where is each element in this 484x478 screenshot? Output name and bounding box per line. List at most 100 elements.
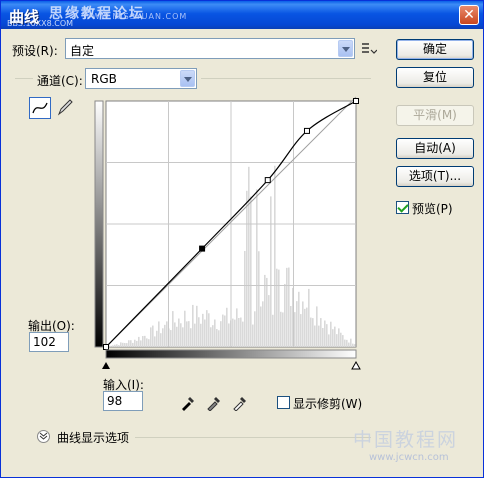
curve-point[interactable] [264,177,271,184]
histogram-bar [232,318,234,347]
eyedropper-white-icon[interactable] [231,393,249,411]
black-slider-handle[interactable] [102,362,110,369]
channel-value: RGB [91,72,117,86]
histogram-bar [180,323,182,347]
histogram-bar [302,301,304,347]
histogram-bar [150,327,152,347]
input-value: 98 [107,394,123,408]
options-divider [135,437,371,438]
eyedropper-gray-icon[interactable] [205,393,223,411]
histogram-bar [154,336,156,347]
histogram-bar [306,307,308,347]
histogram-bar [190,328,192,347]
histogram-bar [270,196,272,347]
curve-display-options-label: 曲线显示选项 [57,431,130,445]
histogram-bar [298,291,300,347]
histogram-bar [206,310,208,347]
histogram-bar [254,311,256,347]
histogram-bar [212,325,214,347]
histogram-bar [216,329,218,347]
histogram-bar [286,267,288,347]
title-bar[interactable]: 曲线 思缘教程论坛 WWW.MISSYUAN.COM BBS.16XX8.COM… [1,1,483,29]
histogram-bar [294,312,296,347]
smooth-button[interactable]: 平滑(M) [396,105,474,126]
histogram-bar [136,340,138,347]
show-clipping-label: 显示修剪(W) [293,397,363,411]
histogram-bar [156,330,158,347]
white-slider-handle[interactable] [351,360,361,370]
close-button[interactable]: ✕ [459,5,479,25]
histogram-bar [312,318,314,347]
histogram-bar [244,250,246,347]
histogram-bar [144,335,146,347]
preset-value: 自定 [70,44,95,58]
histogram-bar [146,338,148,347]
histogram-bar [124,343,126,347]
output-gradient-bar [94,100,104,348]
preview-checkbox[interactable] [396,201,409,214]
chevron-down-icon [338,40,353,57]
show-clipping-checkbox[interactable] [277,396,290,409]
histogram-bar [276,268,278,347]
output-field[interactable]: 102 [29,332,69,352]
histogram-bar [288,267,290,347]
histogram-bar [202,313,204,347]
curve-point[interactable] [353,98,359,104]
histogram-bar [236,308,238,347]
histogram-bar [354,344,356,347]
histogram-bar [248,166,250,347]
curve-tool-button[interactable] [29,97,51,119]
histogram-bar [218,330,220,347]
histogram-bar [132,342,134,347]
histogram-bar [342,335,344,347]
histogram-bar [114,344,116,347]
histogram-bar [172,311,174,347]
histogram-bar [336,334,338,347]
histogram-bar [272,314,274,347]
histogram-bar [160,333,162,347]
histogram-bar [310,317,312,347]
histogram-bar [346,339,348,347]
histogram-bar [158,321,160,347]
curve-point[interactable] [103,344,109,350]
histogram-bar [210,327,212,347]
histogram-bar [324,320,326,347]
preview-label: 预览(P) [412,202,453,216]
preset-label: 预设(R): [12,44,58,58]
input-field[interactable]: 98 [103,391,143,411]
pencil-icon [57,99,73,116]
auto-button[interactable]: 自动(A) [396,138,474,159]
ok-button[interactable]: 确定 [396,39,474,60]
options-button[interactable]: 选项(T)... [396,166,474,187]
histogram-bar [304,308,306,347]
histogram-bar [234,319,236,347]
histogram-bar [300,314,302,347]
histogram-bar [182,327,184,347]
histogram-bar [140,340,142,347]
curve-graph[interactable] [93,95,369,377]
channel-select[interactable]: RGB [85,68,197,89]
histogram-bar [282,312,284,347]
group-border [15,78,33,79]
curve-point[interactable] [303,127,310,134]
histogram-bar [352,343,354,347]
curve-point-selected[interactable] [199,245,206,252]
pencil-tool-button[interactable] [55,97,77,119]
eyedropper-black-icon[interactable] [179,393,197,411]
expand-options-button[interactable] [37,430,50,443]
histogram-bar [112,345,114,347]
histogram-bar [178,318,180,347]
histogram-bar [188,321,190,347]
preset-select[interactable]: 自定 [65,38,355,59]
preset-menu-icon[interactable] [361,42,377,56]
histogram-bar [290,306,292,347]
histogram-bar [194,323,196,347]
histogram-bar [350,338,352,347]
histogram-bar [340,332,342,347]
histogram-bar [308,288,310,347]
histogram-bar [348,342,350,347]
histogram-bar [316,306,318,347]
reset-button[interactable]: 复位 [396,67,474,88]
histogram-bar [176,326,178,347]
histogram-bar [296,301,298,347]
